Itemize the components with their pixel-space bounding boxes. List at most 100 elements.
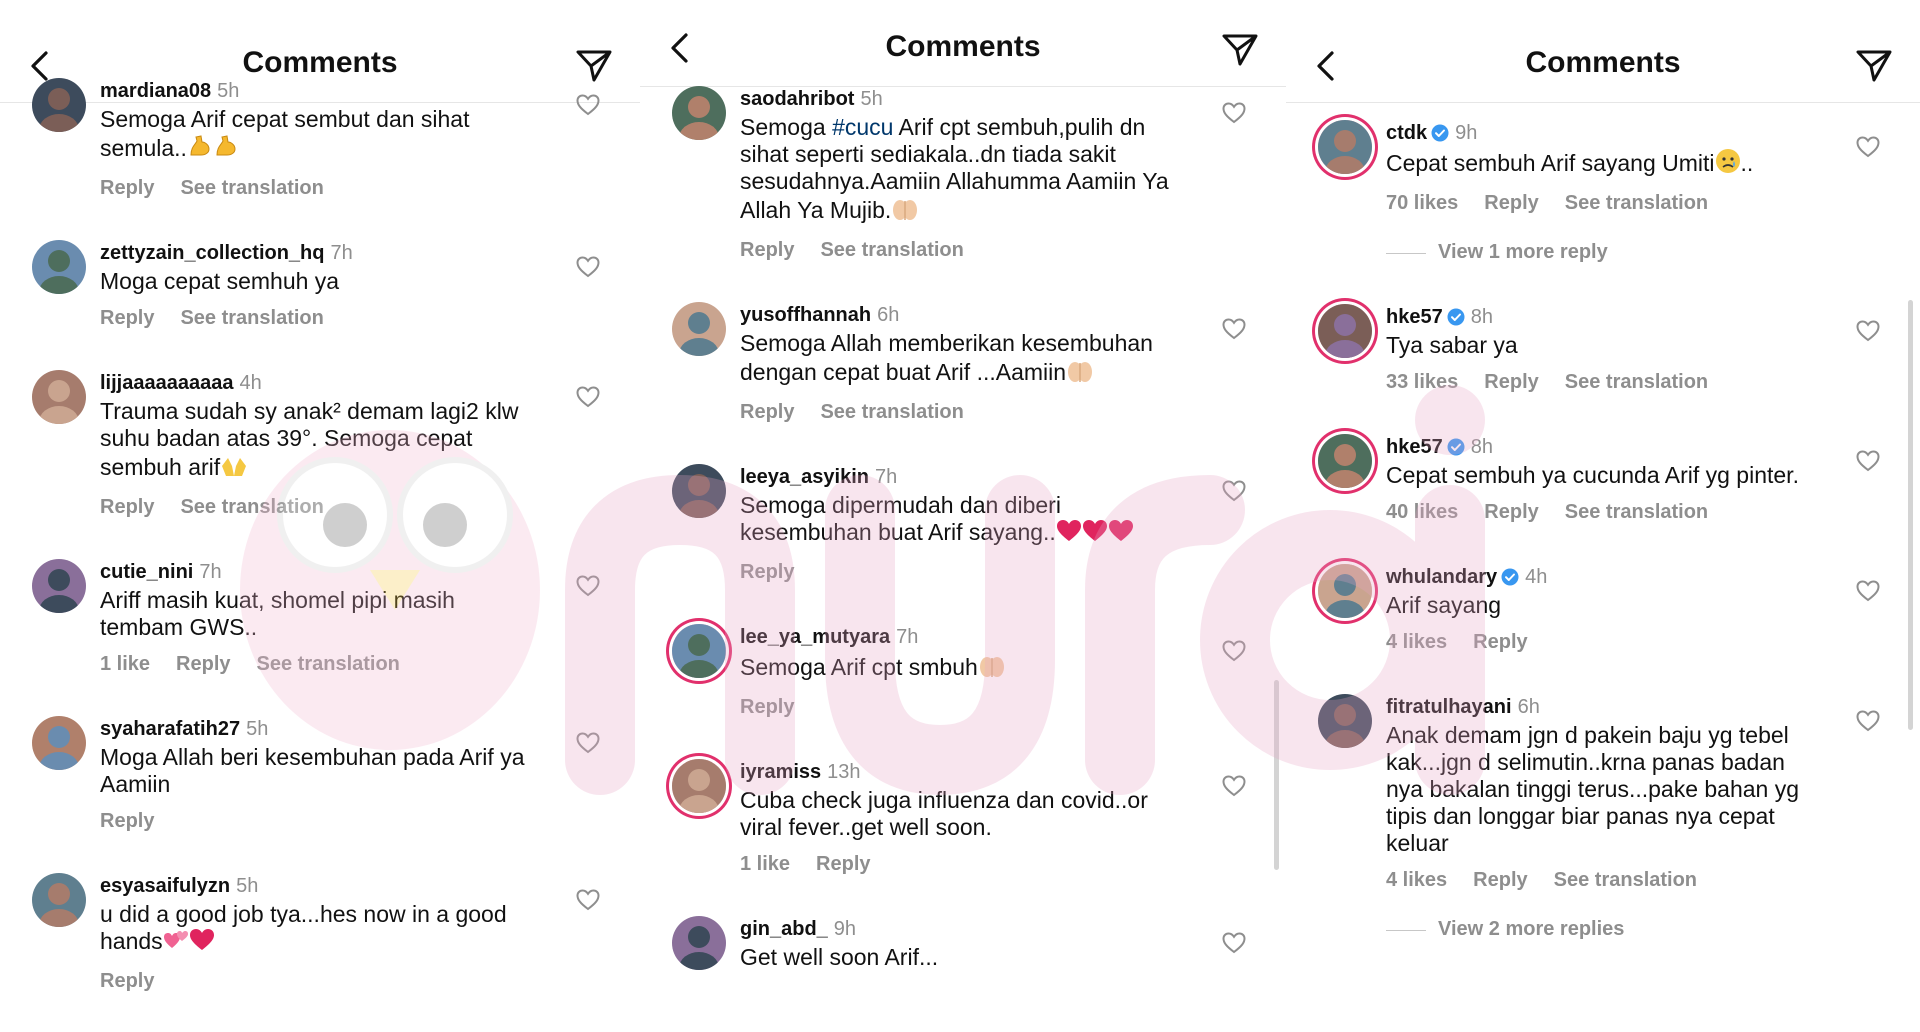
reply-button[interactable]: Reply bbox=[1484, 192, 1538, 214]
see-translation-button[interactable]: See translation bbox=[257, 653, 400, 675]
avatar[interactable] bbox=[672, 916, 726, 970]
username[interactable]: mardiana08 bbox=[100, 80, 211, 102]
see-translation-button[interactable]: See translation bbox=[180, 177, 323, 199]
reply-button[interactable]: Reply bbox=[740, 239, 794, 261]
avatar[interactable] bbox=[32, 716, 86, 770]
like-count[interactable]: 70 likes bbox=[1386, 192, 1458, 214]
avatar[interactable] bbox=[1318, 564, 1372, 618]
paper-plane-icon[interactable] bbox=[1220, 30, 1260, 70]
username[interactable]: lijjaaaaaaaaaa bbox=[100, 372, 233, 394]
see-translation-button[interactable]: See translation bbox=[1565, 192, 1708, 214]
heart-outline-icon[interactable] bbox=[576, 732, 600, 754]
avatar[interactable] bbox=[672, 302, 726, 356]
heart-outline-icon[interactable] bbox=[1222, 480, 1246, 502]
heart-outline-icon[interactable] bbox=[1856, 710, 1880, 732]
reply-button[interactable]: Reply bbox=[100, 970, 154, 992]
see-translation-button[interactable]: See translation bbox=[820, 401, 963, 423]
username[interactable]: hke57 bbox=[1386, 436, 1443, 458]
avatar[interactable] bbox=[32, 78, 86, 132]
comment-item: cutie_nini 7h Ariff masih kuat, shomel pip… bbox=[0, 559, 640, 676]
heart-outline-icon[interactable] bbox=[576, 94, 600, 116]
avatar[interactable] bbox=[672, 624, 726, 678]
username[interactable]: hke57 bbox=[1386, 306, 1443, 328]
scrollbar[interactable] bbox=[1274, 680, 1279, 870]
reply-button[interactable]: Reply bbox=[100, 496, 154, 518]
avatar[interactable] bbox=[32, 240, 86, 294]
comment-list: ctdk 9h Cepat sembuh Arif sayang Umiti.. 70… bbox=[1286, 120, 1920, 981]
reply-button[interactable]: Reply bbox=[1473, 869, 1527, 891]
comment-actions: 40 likes Reply See translation bbox=[1386, 501, 1820, 524]
avatar[interactable] bbox=[1318, 304, 1372, 358]
username[interactable]: gin_abd_ bbox=[740, 918, 828, 940]
avatar[interactable] bbox=[32, 873, 86, 927]
comment-time: 9h bbox=[1455, 122, 1478, 144]
hashtag-link[interactable]: #cucu bbox=[832, 114, 893, 140]
username[interactable]: zettyzain_collection_hq bbox=[100, 242, 325, 264]
avatar[interactable] bbox=[1318, 694, 1372, 748]
reply-button[interactable]: Reply bbox=[1484, 501, 1538, 523]
like-count[interactable]: 4 likes bbox=[1386, 631, 1447, 653]
see-translation-button[interactable]: See translation bbox=[820, 239, 963, 261]
like-count[interactable]: 40 likes bbox=[1386, 501, 1458, 523]
username[interactable]: fitratulhayani bbox=[1386, 696, 1512, 718]
username[interactable]: ctdk bbox=[1386, 122, 1427, 144]
heart-outline-icon[interactable] bbox=[576, 575, 600, 597]
reply-button[interactable]: Reply bbox=[816, 853, 870, 875]
username[interactable]: syaharafatih27 bbox=[100, 718, 240, 740]
reply-button[interactable]: Reply bbox=[740, 401, 794, 423]
heart-outline-icon[interactable] bbox=[1222, 775, 1246, 797]
comment-header: ctdk 9h bbox=[1386, 120, 1820, 146]
username[interactable]: iyramiss bbox=[740, 761, 821, 783]
username[interactable]: saodahribot bbox=[740, 88, 854, 110]
flexed-biceps-emoji bbox=[187, 133, 213, 165]
view-replies-button[interactable]: View 1 more reply bbox=[1286, 241, 1920, 264]
see-translation-button[interactable]: See translation bbox=[1565, 371, 1708, 393]
heart-outline-icon[interactable] bbox=[576, 889, 600, 911]
heart-outline-icon[interactable] bbox=[1856, 320, 1880, 342]
avatar[interactable] bbox=[672, 86, 726, 140]
reply-button[interactable]: Reply bbox=[740, 561, 794, 583]
comment-text: Cepat sembuh ya cucunda Arif yg pinter. bbox=[1386, 462, 1820, 489]
avatar[interactable] bbox=[672, 759, 726, 813]
avatar[interactable] bbox=[32, 370, 86, 424]
reply-button[interactable]: Reply bbox=[740, 696, 794, 718]
reply-button[interactable]: Reply bbox=[100, 177, 154, 199]
username[interactable]: cutie_nini bbox=[100, 561, 193, 583]
view-replies-button[interactable]: View 2 more replies bbox=[1286, 918, 1920, 941]
heart-outline-icon[interactable] bbox=[1222, 102, 1246, 124]
heart-outline-icon[interactable] bbox=[1222, 318, 1246, 340]
username[interactable]: whulandary bbox=[1386, 566, 1497, 588]
avatar[interactable] bbox=[1318, 434, 1372, 488]
see-translation-button[interactable]: See translation bbox=[1565, 501, 1708, 523]
paper-plane-icon[interactable] bbox=[1854, 46, 1894, 86]
heart-outline-icon[interactable] bbox=[1856, 136, 1880, 158]
scrollbar[interactable] bbox=[1908, 300, 1913, 730]
reply-button[interactable]: Reply bbox=[100, 307, 154, 329]
username[interactable]: leeya_asyikin bbox=[740, 466, 869, 488]
like-count[interactable]: 4 likes bbox=[1386, 869, 1447, 891]
username[interactable]: esyasaifulyzn bbox=[100, 875, 230, 897]
see-translation-button[interactable]: See translation bbox=[1554, 869, 1697, 891]
avatar[interactable] bbox=[1318, 120, 1372, 174]
heart-outline-icon[interactable] bbox=[1856, 450, 1880, 472]
heart-outline-icon[interactable] bbox=[1222, 640, 1246, 662]
see-translation-button[interactable]: See translation bbox=[180, 496, 323, 518]
like-count[interactable]: 33 likes bbox=[1386, 371, 1458, 393]
reply-button[interactable]: Reply bbox=[1484, 371, 1538, 393]
reply-button[interactable]: Reply bbox=[100, 810, 154, 832]
reply-button[interactable]: Reply bbox=[176, 653, 230, 675]
see-translation-button[interactable]: See translation bbox=[180, 307, 323, 329]
like-count[interactable]: 1 like bbox=[740, 853, 790, 875]
comment-header: iyramiss 13h bbox=[740, 759, 1186, 785]
username[interactable]: yusoffhannah bbox=[740, 304, 871, 326]
reply-button[interactable]: Reply bbox=[1473, 631, 1527, 653]
like-count[interactable]: 1 like bbox=[100, 653, 150, 675]
heart-outline-icon[interactable] bbox=[1856, 580, 1880, 602]
heart-outline-icon[interactable] bbox=[576, 256, 600, 278]
heart-outline-icon[interactable] bbox=[576, 386, 600, 408]
heart-outline-icon[interactable] bbox=[1222, 932, 1246, 954]
username[interactable]: lee_ya_mutyara bbox=[740, 626, 890, 648]
avatar[interactable] bbox=[672, 464, 726, 518]
replies-divider bbox=[1386, 253, 1426, 254]
avatar[interactable] bbox=[32, 559, 86, 613]
